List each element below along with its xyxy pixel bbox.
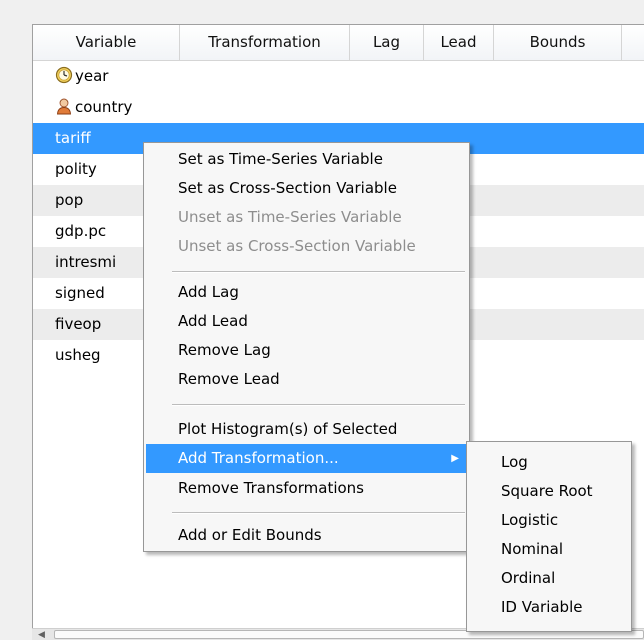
submenu-item-logistic[interactable]: Logistic <box>469 506 629 535</box>
submenu-item-nominal[interactable]: Nominal <box>469 535 629 564</box>
menu-item-remove-lead[interactable]: Remove Lead <box>146 365 467 394</box>
menu-item-set-cross-section[interactable]: Set as Cross-Section Variable <box>146 174 467 203</box>
menu-item-unset-cross-section: Unset as Cross-Section Variable <box>178 237 416 255</box>
submenu-item-id-variable[interactable]: ID Variable <box>469 593 629 622</box>
menu-separator <box>172 271 465 273</box>
menu-item-add-lead[interactable]: Add Lead <box>146 307 467 336</box>
row-label: signed <box>55 284 105 302</box>
row-label: intresmi <box>55 253 117 271</box>
row-label: gdp.pc <box>55 222 107 240</box>
row-label: usheg <box>55 346 101 364</box>
menu-item-add-lag[interactable]: Add Lag <box>146 278 467 307</box>
submenu-item-ordinal[interactable]: Ordinal <box>469 564 629 593</box>
menu-item-remove-lag[interactable]: Remove Lag <box>146 336 467 365</box>
row-label: polity <box>55 160 97 178</box>
context-menu: Set as Time-Series Variable Set as Cross… <box>143 142 470 552</box>
menu-item-set-time-series[interactable]: Set as Time-Series Variable <box>146 145 467 174</box>
transformation-submenu: Log Square Root Logistic Nominal Ordinal… <box>466 441 632 632</box>
row-label: country <box>75 98 133 116</box>
row-label: fiveop <box>55 315 102 333</box>
column-header-variable[interactable]: Variable <box>33 25 180 60</box>
person-icon <box>55 95 73 115</box>
menu-item-label: Add Transformation... <box>178 449 339 467</box>
row-label: year <box>75 67 109 85</box>
menu-item-plot-histogram[interactable]: Plot Histogram(s) of Selected <box>146 415 467 444</box>
submenu-item-log[interactable]: Log <box>469 448 629 477</box>
row-label: tariff <box>55 129 91 147</box>
table-row-year[interactable]: year <box>33 61 644 92</box>
column-header-lag[interactable]: Lag <box>350 25 424 60</box>
row-label: pop <box>55 191 84 209</box>
column-header-bounds[interactable]: Bounds <box>494 25 622 60</box>
column-header-extra <box>622 25 644 60</box>
submenu-item-square-root[interactable]: Square Root <box>469 477 629 506</box>
menu-item-add-edit-bounds[interactable]: Add or Edit Bounds <box>146 521 467 550</box>
menu-separator <box>172 404 465 406</box>
submenu-arrow-icon: ▶ <box>451 453 459 464</box>
column-header-lead[interactable]: Lead <box>424 25 494 60</box>
menu-item-unset-time-series: Unset as Time-Series Variable <box>178 208 402 226</box>
column-header-transformation[interactable]: Transformation <box>180 25 350 60</box>
menu-item-add-transformation[interactable]: Add Transformation... ▶ <box>146 444 467 473</box>
menu-separator <box>172 512 465 514</box>
table-header: Variable Transformation Lag Lead Bounds <box>33 25 644 61</box>
clock-icon <box>55 64 73 84</box>
menu-item-remove-transformations[interactable]: Remove Transformations <box>146 474 467 503</box>
table-row-country[interactable]: country <box>33 92 644 123</box>
